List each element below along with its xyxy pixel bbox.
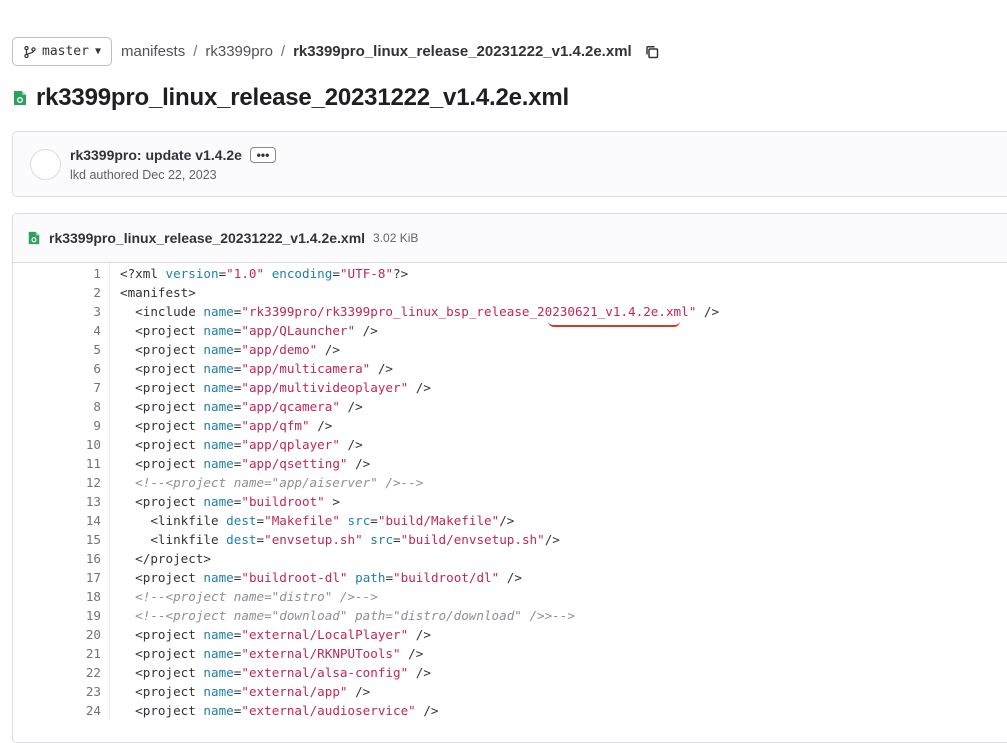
line-number[interactable]: 19 [13, 606, 101, 625]
code-line: 4 <project name="app/QLauncher" /> [13, 321, 1007, 340]
file-size: 3.02 KiB [373, 231, 419, 245]
code-text: <project name="buildroot-dl" path="build… [135, 570, 522, 585]
code-text: <project name="app/qcamera" /> [135, 399, 363, 414]
last-commit-panel: rk3399pro: update v1.4.2e ••• lkd author… [12, 131, 1007, 197]
line-number[interactable]: 7 [13, 378, 101, 397]
code-line: 9 <project name="app/qfm" /> [13, 416, 1007, 435]
code-line: 21 <project name="external/RKNPUTools" /… [13, 644, 1007, 663]
code-line: 6 <project name="app/multicamera" /> [13, 359, 1007, 378]
code-text: <!--<project name="distro" />--> [135, 589, 378, 604]
code-line: 14 <linkfile dest="Makefile" src="build/… [13, 511, 1007, 530]
line-number[interactable]: 8 [13, 397, 101, 416]
avatar[interactable] [30, 149, 61, 180]
code-line: 3 <include name="rk3399pro/rk3399pro_lin… [13, 302, 1007, 321]
code-text: <?xml version="1.0" encoding="UTF-8"?> [120, 266, 409, 281]
branch-label: master [42, 44, 89, 59]
line-number[interactable]: 9 [13, 416, 101, 435]
code-text: <project name="app/multivideoplayer" /> [135, 380, 431, 395]
page-title-row: rk3399pro_linux_release_20231222_v1.4.2e… [12, 84, 569, 112]
file-header: rk3399pro_linux_release_20231222_v1.4.2e… [13, 214, 1007, 263]
line-number[interactable]: 10 [13, 435, 101, 454]
code-text: <!--<project name="app/aiserver" />--> [135, 475, 424, 490]
code-text: <project name="external/LocalPlayer" /> [135, 627, 431, 642]
code-text: <!--<project name="download" path="distr… [135, 608, 575, 623]
page-title: rk3399pro_linux_release_20231222_v1.4.2e… [36, 84, 569, 111]
line-number[interactable]: 17 [13, 568, 101, 587]
code-text: <project name="app/multicamera" /> [135, 361, 394, 376]
code-line: 16 </project> [13, 549, 1007, 568]
code-text: <project name="external/RKNPUTools" /> [135, 646, 424, 661]
top-bar: master ▼ manifests / rk3399pro / rk3399p… [12, 36, 660, 67]
code-text: <project name="external/app" /> [135, 684, 371, 699]
xml-file-icon [28, 231, 40, 245]
line-number[interactable]: 20 [13, 625, 101, 644]
code-text: <project name="app/QLauncher" /> [135, 323, 378, 338]
copy-icon[interactable] [644, 44, 660, 60]
breadcrumb-separator: / [193, 43, 198, 60]
breadcrumb-manifests[interactable]: manifests [121, 43, 185, 60]
code-line: 13 <project name="buildroot" > [13, 492, 1007, 511]
code-text: <project name="external/audioservice" /> [135, 703, 439, 718]
code-line: 24 <project name="external/audioservice"… [13, 701, 1007, 720]
code-text: <manifest> [120, 285, 196, 300]
code-line: 8 <project name="app/qcamera" /> [13, 397, 1007, 416]
commit-message-link[interactable]: rk3399pro: update v1.4.2e [70, 147, 242, 163]
line-number[interactable]: 6 [13, 359, 101, 378]
line-number[interactable]: 18 [13, 587, 101, 606]
branch-selector-button[interactable]: master ▼ [12, 37, 112, 66]
line-number[interactable]: 11 [13, 454, 101, 473]
breadcrumb-current-file: rk3399pro_linux_release_20231222_v1.4.2e… [293, 43, 632, 60]
branch-icon [24, 45, 36, 58]
code-text: </project> [135, 551, 211, 566]
breadcrumb: manifests / rk3399pro / rk3399pro_linux_… [121, 43, 632, 60]
commit-details-toggle-button[interactable]: ••• [249, 147, 276, 163]
code-text: <project name="app/qplayer" /> [135, 437, 363, 452]
code-line: 22 <project name="external/alsa-config" … [13, 663, 1007, 682]
line-number[interactable]: 14 [13, 511, 101, 530]
code-line: 5 <project name="app/demo" /> [13, 340, 1007, 359]
code-line: 18 <!--<project name="distro" />--> [13, 587, 1007, 606]
xml-file-icon [14, 91, 26, 105]
line-number[interactable]: 22 [13, 663, 101, 682]
commit-message-row: rk3399pro: update v1.4.2e ••• [70, 147, 276, 163]
code-line: 19 <!--<project name="download" path="di… [13, 606, 1007, 625]
line-number[interactable]: 5 [13, 340, 101, 359]
code-line: 15 <linkfile dest="envsetup.sh" src="bui… [13, 530, 1007, 549]
line-number[interactable]: 1 [13, 264, 101, 283]
code-text: <include name="rk3399pro/rk3399pro_linux… [135, 304, 720, 319]
file-name: rk3399pro_linux_release_20231222_v1.4.2e… [49, 230, 366, 246]
code-line: 7 <project name="app/multivideoplayer" /… [13, 378, 1007, 397]
file-viewer: rk3399pro_linux_release_20231222_v1.4.2e… [12, 213, 1007, 743]
line-number[interactable]: 2 [13, 283, 101, 302]
code-text: <project name="app/qfm" /> [135, 418, 333, 433]
line-number[interactable]: 24 [13, 701, 101, 720]
code-line: 1 <?xml version="1.0" encoding="UTF-8"?> [13, 264, 1007, 283]
line-number[interactable]: 23 [13, 682, 101, 701]
breadcrumb-separator: / [280, 43, 286, 60]
line-number[interactable]: 3 [13, 302, 101, 321]
code-line: 23 <project name="external/app" /> [13, 682, 1007, 701]
code-text: <project name="external/alsa-config" /> [135, 665, 431, 680]
code-text: <project name="app/demo" /> [135, 342, 340, 357]
code-text: <project name="app/qsetting" /> [135, 456, 371, 471]
line-number[interactable]: 21 [13, 644, 101, 663]
code-line: 20 <project name="external/LocalPlayer" … [13, 625, 1007, 644]
code-view: 1 <?xml version="1.0" encoding="UTF-8"?> 2… [13, 263, 1007, 720]
line-number[interactable]: 4 [13, 321, 101, 340]
commit-author-meta: lkd authored Dec 22, 2023 [70, 168, 217, 182]
code-text: <linkfile dest="envsetup.sh" src="build/… [150, 532, 560, 547]
code-line: 11 <project name="app/qsetting" /> [13, 454, 1007, 473]
breadcrumb-rk3399pro[interactable]: rk3399pro [205, 43, 273, 60]
line-number[interactable]: 16 [13, 549, 101, 568]
line-number[interactable]: 15 [13, 530, 101, 549]
code-line: 12 <!--<project name="app/aiserver" />--… [13, 473, 1007, 492]
code-line: 2 <manifest> [13, 283, 1007, 302]
line-number[interactable]: 12 [13, 473, 101, 492]
code-line: 10 <project name="app/qplayer" /> [13, 435, 1007, 454]
code-line: 17 <project name="buildroot-dl" path="bu… [13, 568, 1007, 587]
line-number[interactable]: 13 [13, 492, 101, 511]
code-text: <linkfile dest="Makefile" src="build/Mak… [150, 513, 515, 528]
code-text: <project name="buildroot" > [135, 494, 340, 509]
chevron-down-icon: ▼ [94, 46, 101, 57]
